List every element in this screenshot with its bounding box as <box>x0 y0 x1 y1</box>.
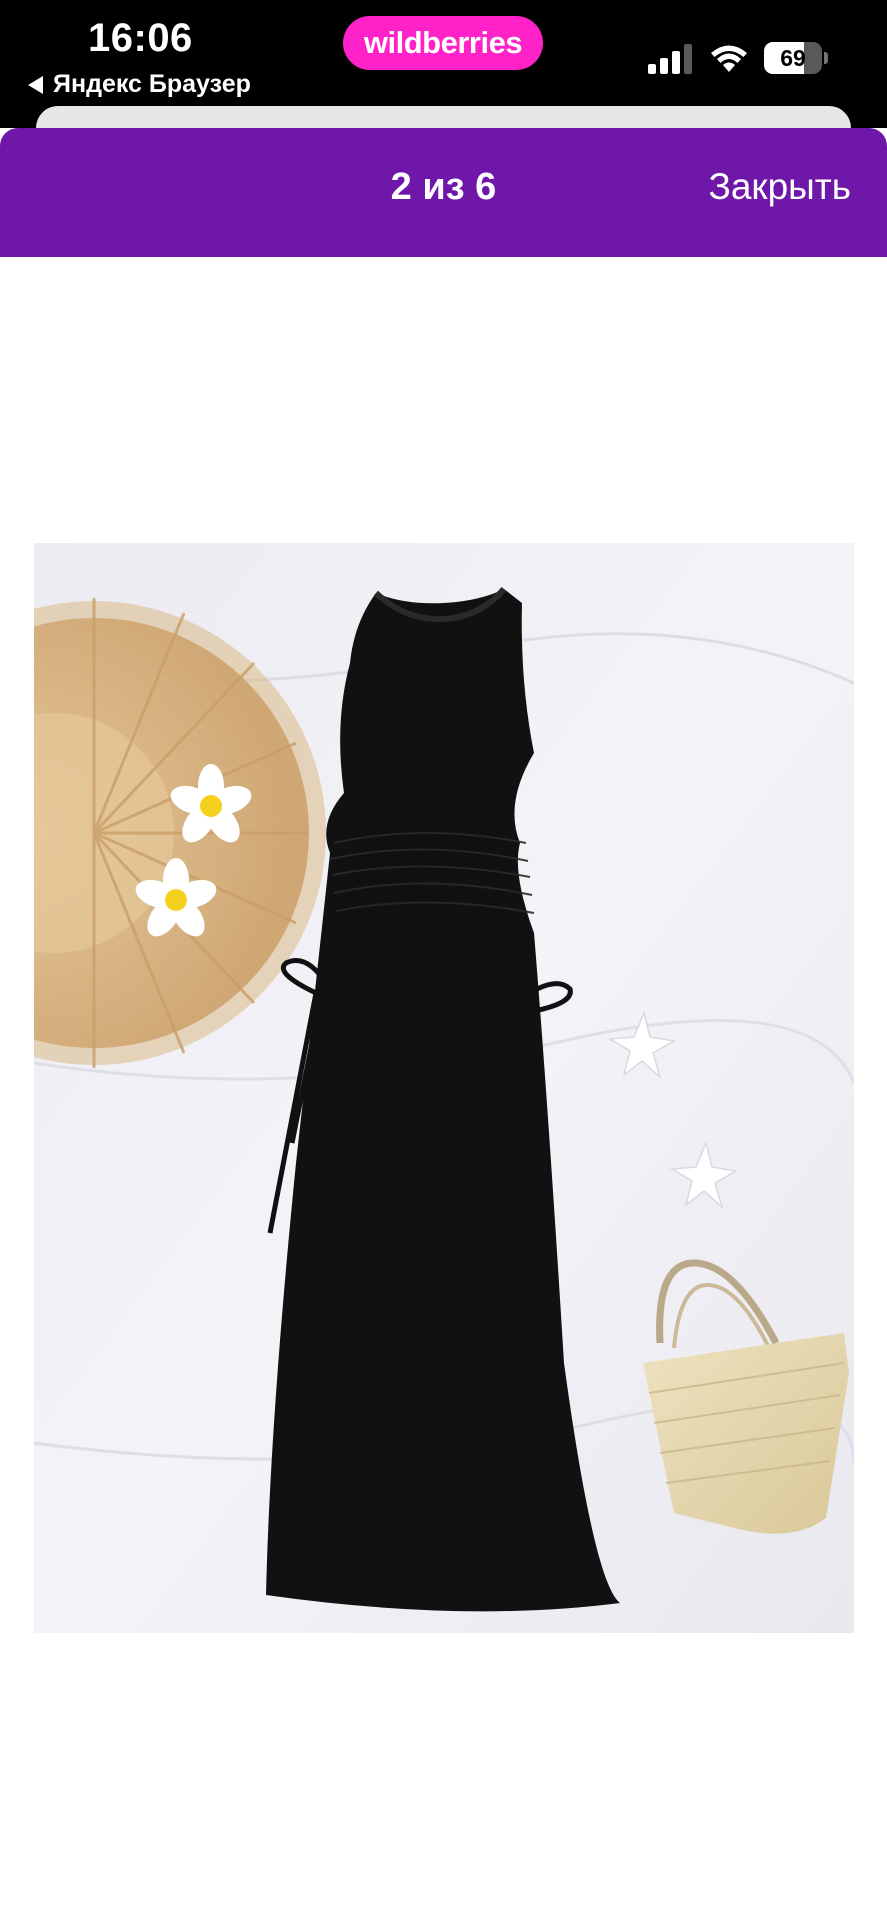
back-triangle-icon <box>28 75 43 94</box>
cellular-signal-icon <box>648 44 692 74</box>
brand-logo: wildberries <box>343 16 543 70</box>
photo-viewer[interactable] <box>0 257 887 1920</box>
battery-level: 69 <box>780 44 806 71</box>
gallery-header: 2 из 6 Закрыть <box>0 128 887 257</box>
back-to-app-link[interactable]: Яндекс Браузер <box>28 70 251 99</box>
close-button[interactable]: Закрыть <box>708 166 851 208</box>
battery-icon: 69 <box>764 42 822 74</box>
battery-tip <box>824 52 828 64</box>
brand-logo-text: wildberries <box>363 25 523 60</box>
status-time: 16:06 <box>88 16 193 60</box>
back-app-label: Яндекс Браузер <box>53 70 251 98</box>
wifi-icon <box>711 45 747 72</box>
product-photo[interactable] <box>34 543 854 1633</box>
